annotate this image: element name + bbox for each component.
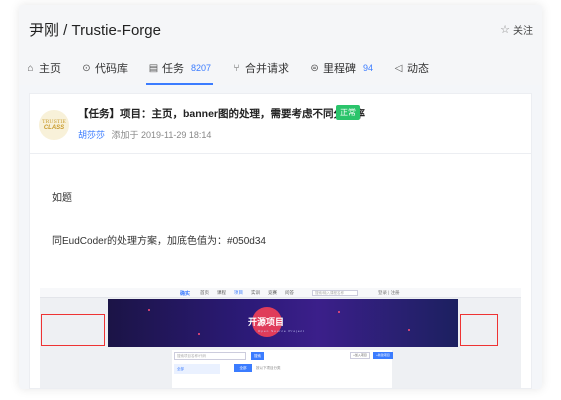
issue-title: 【任务】项目：主页，banner图的处理，需要考虑不同分辨率 [78,108,366,120]
tab-count: 94 [363,63,374,73]
banner-title: 开源项目 [248,317,285,327]
banner-dot [198,333,200,335]
banner-subtitle: Open Source Project [258,329,305,333]
tab-count: 8207 [191,63,212,73]
tab-label: 任务 [162,63,184,75]
avatar[interactable]: TRUSTIE CLASS [39,110,69,140]
screenshot-new-button: +新建项目 [373,352,393,359]
code-icon: ⊙ [82,62,91,74]
banner-dot [148,309,150,311]
tab-tasks[interactable]: ▤ 任务 8207 [145,55,214,85]
avatar-text-bottom: CLASS [43,124,65,131]
highlight-box-right [460,314,498,346]
milestone-icon: ⊜ [310,62,319,74]
repo-title[interactable]: 尹刚 / Trustie-Forge [29,19,161,40]
star-icon: ☆ [500,24,510,36]
screenshot-side-item: 全部 [174,364,220,374]
screenshot-nav-items: 首页 课程 项目 实训 竞赛 问答 [200,290,294,296]
tab-activity[interactable]: ◁ 动态 [393,55,429,81]
screenshot-nav-item: 实训 [251,290,260,295]
author-link[interactable]: 胡莎莎 [78,130,105,140]
tab-label: 合并请求 [245,63,290,75]
tab-milestones[interactable]: ⊜ 里程碑 94 [309,55,373,81]
screenshot-nav-item: 问答 [285,290,294,295]
follow-button[interactable]: ☆ 关注 [500,22,533,37]
attached-screenshot[interactable]: 确实 首页 课程 项目 实训 竞赛 问答 搜索/输入课程名称 登录 | 注册 开… [40,288,521,388]
home-icon: ⌂ [27,62,34,74]
screenshot-logo: 确实 [180,291,191,297]
activity-icon: ◁ [394,62,403,74]
status-badge: 正常 [336,105,360,120]
app-window: 尹刚 / Trustie-Forge ☆ 关注 ⌂ 主页 ⊙ 代码库 ▤ 任务 … [19,5,542,389]
screenshot-search-input: 搜索项目名称/代码 [174,352,246,360]
tab-label: 主页 [39,63,61,75]
task-icon: ▤ [148,62,159,74]
screenshot-login: 登录 | 注册 [378,290,400,295]
added-timestamp: 添加于 2019-11-29 18:14 [111,130,212,140]
follow-label: 关注 [513,26,533,37]
screenshot-nav-item: 首页 [200,290,209,295]
issue-body-line: 同EudCoder的处理方案，加底色值为：#050d34 [52,236,266,247]
screenshot-search: 搜索/输入课程名称 [312,290,358,296]
issue-meta: 胡莎莎 添加于 2019-11-29 18:14 [78,128,211,141]
screenshot-search-button: 搜索 [251,352,264,360]
tab-label: 里程碑 [323,63,357,75]
tab-merge-requests[interactable]: ⑂ 合并请求 [231,55,290,81]
tab-label: 代码库 [95,63,128,75]
issue-card: TRUSTIE CLASS 【任务】项目：主页，banner图的处理，需要考虑不… [29,93,532,389]
highlight-box-left [41,314,105,346]
screenshot-side-text: 按以下项目分类 [256,366,281,370]
issue-body-line: 如题 [52,193,72,204]
issue-header: TRUSTIE CLASS 【任务】项目：主页，banner图的处理，需要考虑不… [30,94,531,154]
tab-home[interactable]: ⌂ 主页 [25,55,61,81]
tab-code[interactable]: ⊙ 代码库 [81,55,128,81]
tab-label: 动态 [407,63,430,75]
screenshot-navbar: 确实 首页 课程 项目 实训 竞赛 问答 搜索/输入课程名称 登录 | 注册 [40,288,521,298]
banner-dot [408,329,410,331]
screenshot-side-button: 全部 [234,364,252,372]
repo-tabs: ⌂ 主页 ⊙ 代码库 ▤ 任务 8207 ⑂ 合并请求 ⊜ 里程碑 94 ◁ 动… [25,55,449,85]
screenshot-nav-item: 项目 [234,290,243,295]
screenshot-nav-item: 课程 [217,290,226,295]
screenshot-join-button: +加入项目 [350,352,370,359]
screenshot-nav-item: 竞赛 [268,290,277,295]
screenshot-banner: 开源项目 Open Source Project [108,299,458,347]
banner-dot [338,311,340,313]
repo-header: 尹刚 / Trustie-Forge ☆ 关注 ⌂ 主页 ⊙ 代码库 ▤ 任务 … [19,5,542,85]
merge-icon: ⑂ [233,62,240,74]
